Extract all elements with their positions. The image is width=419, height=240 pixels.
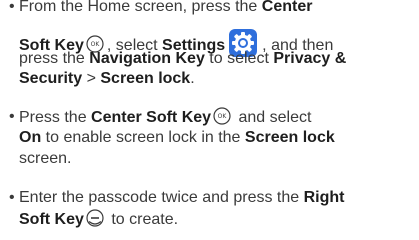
step-1-line-4: Security > Screen lock. [19,70,195,87]
step-3-line-1: Enter the passcode twice and press the R… [19,189,345,206]
step-3-line-2: Soft Key to create. [19,209,178,233]
svg-text:OK: OK [218,113,228,120]
screen-lock-label: Screen lock [100,70,191,87]
instructions-document: • From the Home screen, press the Center… [0,0,419,240]
screen-lock-label: Screen lock [244,129,335,146]
right-label: Right [303,189,345,206]
soft-key-label: Soft Key [19,211,84,228]
security-label: Security [19,70,83,87]
center-label: Center [261,0,313,15]
bullet: • [9,189,15,206]
center-soft-key-label: Center Soft Key [91,109,212,126]
privacy-label: Privacy & [273,50,347,67]
step-2-line-2: On to enable screen lock in the Screen l… [19,129,335,146]
navigation-key-label: Navigation Key [89,50,205,67]
on-label: On [19,129,42,146]
bullet: • [9,0,15,15]
right-soft-key-icon [86,209,104,233]
svg-text:OK: OK [91,41,101,48]
step-1-line-3: press the Navigation Key to select Priva… [19,50,347,67]
step-2-line-3: screen. [19,150,72,167]
bullet: • [9,108,15,125]
step-1-line-1: From the Home screen, press the Center [19,0,313,15]
